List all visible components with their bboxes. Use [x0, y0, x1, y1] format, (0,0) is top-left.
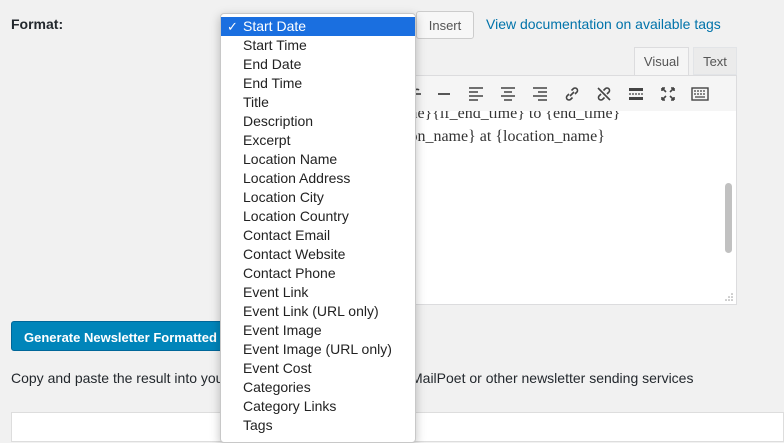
dropdown-option[interactable]: Event Link (URL only) [221, 302, 415, 321]
dropdown-option[interactable]: Location Name [221, 150, 415, 169]
dropdown-option-label: End Time [243, 75, 303, 91]
dropdown-option-label: Event Cost [243, 360, 312, 376]
dropdown-option-label: Event Link [243, 284, 309, 300]
tab-text[interactable]: Text [693, 47, 737, 75]
dropdown-options: ✓ Start Date Start Time End Date End Time Tit… [221, 14, 415, 435]
dropdown-option[interactable]: Category Links [221, 397, 415, 416]
dropdown-option-label: Event Image (URL only) [243, 341, 392, 357]
editor-scrollbar[interactable] [725, 183, 732, 253]
dropdown-option-label: Category Links [243, 398, 337, 414]
format-label: Format: [11, 16, 64, 32]
dropdown-option-label: Contact Email [243, 227, 331, 243]
copy-instructions-left: Copy and paste the result into you [11, 370, 224, 386]
dropdown-option[interactable]: ✓ Start Date [221, 17, 415, 36]
dropdown-option[interactable]: Event Image (URL only) [221, 340, 415, 359]
dropdown-option[interactable]: Event Cost [221, 359, 415, 378]
checkmark-icon: ✓ [227, 19, 238, 34]
align-right-icon[interactable] [531, 85, 549, 103]
dropdown-option-label: Location Name [243, 151, 338, 167]
dropdown-option[interactable]: Start Time [221, 36, 415, 55]
editor-line-2: ion_name} at {location_name} [405, 128, 605, 145]
horizontal-rule-icon[interactable] [435, 85, 453, 103]
align-left-icon[interactable] [467, 85, 485, 103]
dropdown-option[interactable]: Tags [221, 416, 415, 435]
dropdown-option-label: Description [243, 113, 314, 129]
toolbar-toggle-icon[interactable] [691, 85, 709, 103]
dropdown-option[interactable]: Description [221, 112, 415, 131]
fullscreen-icon[interactable] [659, 85, 677, 103]
dropdown-option[interactable]: Event Link [221, 283, 415, 302]
unlink-icon[interactable] [595, 85, 613, 103]
editor-line-1: me}{if_end_time} to {end_time} [405, 111, 621, 122]
dropdown-option-label: End Date [243, 56, 302, 72]
dropdown-option[interactable]: Title [221, 93, 415, 112]
generate-newsletter-button[interactable]: Generate Newsletter Formatted Eve [11, 321, 226, 351]
dropdown-option[interactable]: Contact Email [221, 226, 415, 245]
editor-content[interactable]: me}{if_end_time} to {end_time} ion_name}… [404, 111, 737, 305]
dropdown-option[interactable]: Location Address [221, 169, 415, 188]
dropdown-option-label: Event Image [243, 322, 322, 338]
dropdown-option[interactable]: Location Country [221, 207, 415, 226]
dropdown-option-label: Contact Website [243, 246, 346, 262]
dropdown-option-label: Title [243, 94, 269, 110]
dropdown-option[interactable]: End Date [221, 55, 415, 74]
dropdown-option-label: Categories [243, 379, 311, 395]
dropdown-option-label: Start Time [243, 37, 307, 53]
read-more-icon[interactable] [627, 85, 645, 103]
dropdown-option[interactable]: Excerpt [221, 131, 415, 150]
dropdown-option[interactable]: Event Image [221, 321, 415, 340]
editor-toolbar [404, 75, 737, 112]
dropdown-option[interactable]: Contact Phone [221, 264, 415, 283]
dropdown-option[interactable]: Location City [221, 188, 415, 207]
copy-instructions-right: MailPoet or other newsletter sending ser… [411, 370, 694, 386]
resize-handle-icon[interactable] [725, 293, 733, 301]
dropdown-option-label: Location Country [243, 208, 349, 224]
align-center-icon[interactable] [499, 85, 517, 103]
tab-visual[interactable]: Visual [634, 47, 689, 75]
format-dropdown-menu[interactable]: ✓ Start Date Start Time End Date End Time Tit… [220, 13, 416, 443]
insert-button[interactable]: Insert [416, 11, 474, 39]
link-icon[interactable] [563, 85, 581, 103]
dropdown-option-label: Event Link (URL only) [243, 303, 379, 319]
dropdown-option-label: Location Address [243, 170, 351, 186]
dropdown-option[interactable]: Contact Website [221, 245, 415, 264]
dropdown-option-label: Excerpt [243, 132, 291, 148]
dropdown-option-label: Contact Phone [243, 265, 336, 281]
dropdown-option[interactable]: Categories [221, 378, 415, 397]
dropdown-option-label: Tags [243, 417, 273, 433]
dropdown-option-label: Location City [243, 189, 324, 205]
documentation-link[interactable]: View documentation on available tags [486, 16, 721, 32]
dropdown-option[interactable]: End Time [221, 74, 415, 93]
dropdown-option-label: Start Date [243, 18, 307, 34]
